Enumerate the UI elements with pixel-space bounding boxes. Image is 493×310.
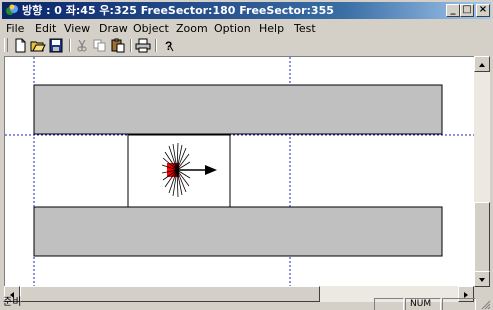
map-view <box>5 57 474 287</box>
status-pane-empty <box>374 298 404 310</box>
menu-option[interactable]: Option <box>214 22 251 35</box>
toolbar: ? <box>2 37 491 55</box>
toolbar-grip <box>4 38 8 52</box>
toolbar-separator <box>155 39 157 52</box>
menu-draw[interactable]: Draw <box>99 22 128 35</box>
drawing-canvas[interactable] <box>4 56 474 287</box>
obstacle-top <box>33 84 443 135</box>
arrow-down-icon <box>479 278 485 282</box>
obstacle-bottom <box>33 206 443 257</box>
menu-zoom[interactable]: Zoom <box>176 22 208 35</box>
status-text: 준비 <box>3 297 22 308</box>
menu-help[interactable]: Help <box>259 22 284 35</box>
toolbar-separator <box>130 39 132 52</box>
toolbar-separator <box>69 39 71 52</box>
menu-view[interactable]: View <box>64 22 90 35</box>
copy-icon[interactable] <box>92 38 108 53</box>
close-icon: × <box>478 4 488 15</box>
status-pane-scroll <box>442 298 476 310</box>
scroll-down-button[interactable] <box>474 271 490 287</box>
app-window: 방향 : 0 좌:45 우:325 FreeSector:180 FreeSec… <box>0 0 493 310</box>
maximize-button[interactable]: □ <box>460 4 474 17</box>
minimize-icon: _ <box>450 4 456 15</box>
minimize-button[interactable]: _ <box>446 4 460 17</box>
arrow-up-icon <box>479 63 485 67</box>
menu-object[interactable]: Object <box>133 22 169 35</box>
maximize-icon: □ <box>462 4 472 15</box>
new-icon[interactable] <box>12 38 28 53</box>
save-icon[interactable] <box>48 38 64 53</box>
menu-test[interactable]: Test <box>294 22 316 35</box>
resize-grip-icon[interactable] <box>479 298 491 310</box>
paste-icon[interactable] <box>110 38 126 53</box>
title-bar[interactable]: 방향 : 0 좌:45 우:325 FreeSector:180 FreeSec… <box>2 2 491 19</box>
menu-edit[interactable]: Edit <box>35 22 56 35</box>
scroll-up-button[interactable] <box>474 56 490 72</box>
scroll-thumb-vertical[interactable] <box>474 202 490 272</box>
cut-icon[interactable] <box>74 38 90 53</box>
window-title: 방향 : 0 좌:45 우:325 FreeSector:180 FreeSec… <box>22 4 334 17</box>
open-icon[interactable] <box>30 38 46 53</box>
status-bar: 준비 NUM <box>0 297 493 310</box>
help-icon[interactable]: ? <box>160 38 176 53</box>
svg-text:?: ? <box>165 39 172 53</box>
print-icon[interactable] <box>135 38 151 53</box>
close-button[interactable]: × <box>476 4 490 17</box>
menu-file[interactable]: File <box>6 22 24 35</box>
status-num: NUM <box>405 298 441 310</box>
menu-bar: File Edit View Draw Object Zoom Option H… <box>2 21 491 36</box>
vertical-scrollbar[interactable] <box>474 56 490 287</box>
app-icon <box>6 4 18 15</box>
